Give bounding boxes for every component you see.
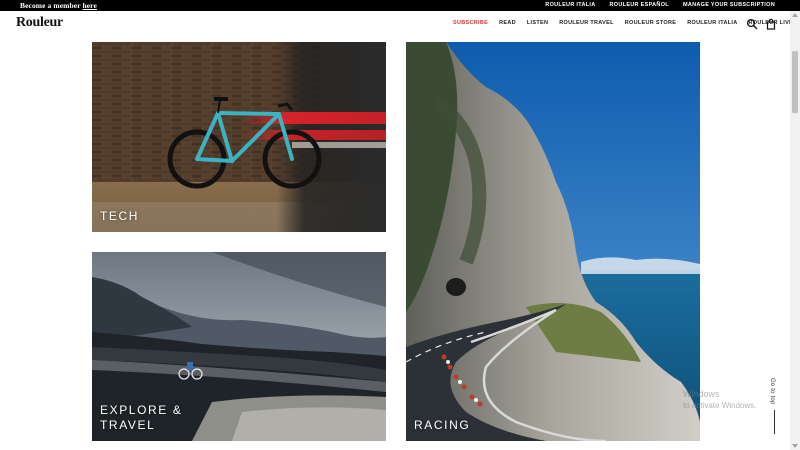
main-nav: SUBSCRIBE READ LISTEN ROULEUR TRAVEL ROU… xyxy=(453,20,793,26)
become-member-link[interactable]: Become a member here xyxy=(20,1,97,10)
site-logo[interactable]: Rouleur xyxy=(16,15,63,31)
nav-rouleur-italia[interactable]: ROULEUR ITALIA xyxy=(687,20,737,26)
tech-photo xyxy=(92,42,386,232)
go-to-top-button[interactable]: Go to top xyxy=(767,378,781,436)
scroll-up-arrow-icon[interactable] xyxy=(792,13,798,17)
category-card-tech[interactable]: TECH xyxy=(92,42,386,232)
racing-photo xyxy=(406,42,700,441)
card-label-tech: TECH xyxy=(100,209,140,223)
top-links: ROULEUR ITALIA ROULEUR ESPAÑOL MANAGE YO… xyxy=(545,2,775,8)
site-header: Rouleur SUBSCRIBE READ LISTEN ROULEUR TR… xyxy=(0,11,793,38)
card-label-explore-line2: TRAVEL xyxy=(100,418,156,432)
go-to-top-line xyxy=(774,410,775,434)
nav-listen[interactable]: LISTEN xyxy=(527,20,548,26)
card-label-explore-travel: EXPLORE & TRAVEL xyxy=(100,403,182,433)
scroll-thumb[interactable] xyxy=(792,51,798,113)
category-card-racing[interactable]: RACING xyxy=(406,42,700,441)
top-link-rouleur-italia[interactable]: ROULEUR ITALIA xyxy=(545,2,595,8)
member-here-link[interactable]: here xyxy=(82,1,96,10)
bag-icon[interactable] xyxy=(765,17,777,30)
top-link-manage-subscription[interactable]: MANAGE YOUR SUBSCRIPTION xyxy=(683,2,775,8)
go-to-top-label: Go to top xyxy=(769,378,775,405)
top-bar: Become a member here ROULEUR ITALIA ROUL… xyxy=(0,0,800,11)
category-card-explore-travel[interactable]: EXPLORE & TRAVEL xyxy=(92,252,386,441)
watermark-line1: Windows xyxy=(683,389,720,399)
nav-read[interactable]: READ xyxy=(499,20,516,26)
scroll-down-arrow-icon[interactable] xyxy=(792,444,798,448)
windows-activation-watermark: Windows to activate Windows. xyxy=(683,388,756,412)
nav-rouleur-store[interactable]: ROULEUR STORE xyxy=(625,20,676,26)
card-label-explore-line1: EXPLORE & xyxy=(100,403,183,417)
nav-subscribe[interactable]: SUBSCRIBE xyxy=(453,20,488,26)
card-label-racing: RACING xyxy=(414,418,471,432)
page-scrollbar[interactable] xyxy=(790,11,800,450)
search-icon[interactable] xyxy=(746,17,758,30)
nav-rouleur-travel[interactable]: ROULEUR TRAVEL xyxy=(559,20,614,26)
member-prefix: Become a member xyxy=(20,1,83,10)
top-link-rouleur-espanol[interactable]: ROULEUR ESPAÑOL xyxy=(610,2,669,8)
watermark-line2: to activate Windows. xyxy=(683,401,757,410)
